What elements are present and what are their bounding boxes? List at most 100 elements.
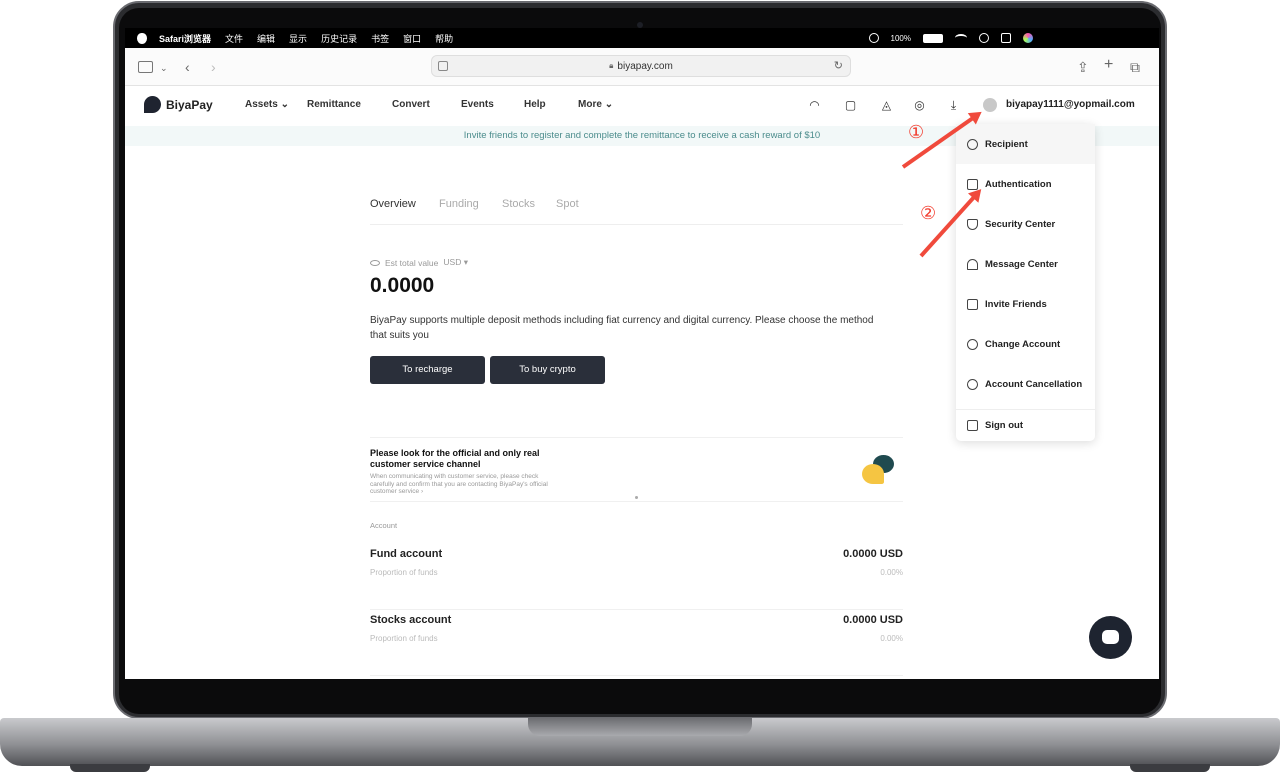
menu-item-account-cancellation[interactable]: Account Cancellation xyxy=(956,364,1095,404)
user-email[interactable]: biyapay1111@yopmail.com xyxy=(1006,99,1135,110)
tab-stocks[interactable]: Stocks xyxy=(502,198,535,210)
battery-percent: 100% xyxy=(890,33,911,43)
forward-icon[interactable]: › xyxy=(211,58,216,76)
reload-icon[interactable]: ↻ xyxy=(834,59,843,72)
nav-assets-label: Assets xyxy=(245,99,278,110)
currency-select[interactable]: USD ▾ xyxy=(443,257,468,268)
nav-help[interactable]: Help xyxy=(524,99,546,110)
switch-account-icon xyxy=(967,338,978,350)
account-percent: 0.00% xyxy=(880,634,903,643)
nav-more-label: More xyxy=(578,99,602,110)
tab-funding[interactable]: Funding xyxy=(439,198,479,210)
gift-icon xyxy=(967,298,978,310)
close-circle-icon xyxy=(967,378,978,390)
menu-item-label: Sign out xyxy=(985,420,1023,431)
menu-item-label: Invite Friends xyxy=(985,298,1047,310)
eye-icon[interactable] xyxy=(370,259,380,266)
cs-title: Please look for the official and only re… xyxy=(370,448,540,469)
bag-icon[interactable]: ▢ xyxy=(844,99,857,112)
siri-icon[interactable] xyxy=(1023,33,1033,43)
share-icon[interactable]: ⇪ xyxy=(1077,58,1089,76)
sidebar-chevron-icon[interactable]: ⌄ xyxy=(160,59,168,77)
menu-file[interactable]: 文件 xyxy=(225,32,243,45)
laptop-notch xyxy=(528,718,752,736)
sidebar-toggle-icon[interactable] xyxy=(138,61,153,73)
menu-help[interactable]: 帮助 xyxy=(435,32,453,45)
download-icon[interactable]: ⤓ xyxy=(947,99,960,112)
bell-icon[interactable]: ◬ xyxy=(880,99,893,112)
address-bar[interactable]: 🔒︎ biyapay.com ↻ xyxy=(431,55,851,77)
chevron-down-icon: ⌄ xyxy=(280,99,289,110)
account-name: Stocks account xyxy=(370,614,452,626)
safari-toolbar: ⌄ ‹ › 🔒︎ biyapay.com ↻ ⇪ + ⧉ xyxy=(125,48,1159,86)
menu-item-message-center[interactable]: Message Center xyxy=(956,244,1095,284)
annotation-1: ① xyxy=(908,122,925,142)
stocks-account-row[interactable]: Stocks account 0.0000 USD Proportion of … xyxy=(370,614,903,676)
carousel-dot[interactable] xyxy=(635,496,638,499)
screenshot-stage: Safari浏览器 文件 编辑 显示 历史记录 书签 窗口 帮助 100% ⌄ … xyxy=(0,0,1280,772)
tab-overview-icon[interactable]: ⧉ xyxy=(1130,58,1140,76)
recharge-button[interactable]: To recharge xyxy=(370,356,485,384)
menu-item-label: Change Account xyxy=(985,338,1061,350)
est-total-label: Est total value USD ▾ xyxy=(370,257,468,268)
annotation-2: ② xyxy=(920,203,937,223)
brand-name: BiyaPay xyxy=(166,97,213,112)
nav-more[interactable]: More ⌄ xyxy=(578,99,613,110)
laptop-foot-right xyxy=(1130,764,1210,772)
nav-assets[interactable]: Assets ⌄ xyxy=(245,99,289,110)
menu-item-invite-friends[interactable]: Invite Friends xyxy=(956,284,1095,324)
menu-item-label: Authentication xyxy=(985,178,1052,190)
menu-window[interactable]: 窗口 xyxy=(403,32,421,45)
tab-overview[interactable]: Overview xyxy=(370,198,416,210)
chat-fab-button[interactable] xyxy=(1089,616,1132,659)
account-name: Fund account xyxy=(370,548,443,560)
menu-item-label: Recipient xyxy=(985,138,1028,150)
nav-convert[interactable]: Convert xyxy=(392,99,430,110)
shield-icon xyxy=(967,218,978,230)
logout-icon xyxy=(967,420,978,431)
menubar-status: 100% xyxy=(868,28,1033,48)
headset-icon[interactable]: ◠ xyxy=(808,99,821,112)
customer-service-card[interactable]: Please look for the official and only re… xyxy=(370,437,903,502)
fund-account-row[interactable]: Fund account 0.0000 USD Proportion of fu… xyxy=(370,548,903,610)
wifi-icon[interactable] xyxy=(955,34,967,42)
url-text: biyapay.com xyxy=(617,60,673,72)
menu-item-change-account[interactable]: Change Account xyxy=(956,324,1095,364)
chat-bubble-front xyxy=(862,464,884,484)
globe-icon[interactable]: ◎ xyxy=(913,99,926,112)
deposit-description: BiyaPay supports multiple deposit method… xyxy=(370,315,874,341)
menu-app-name[interactable]: Safari浏览器 xyxy=(159,32,211,45)
menu-item-security-center[interactable]: Security Center xyxy=(956,204,1095,244)
menu-item-label: Message Center xyxy=(985,258,1058,270)
brand-logo[interactable]: BiyaPay xyxy=(144,96,213,113)
page-settings-icon[interactable] xyxy=(438,61,448,71)
menu-item-label: Account Cancellation xyxy=(985,378,1083,390)
search-icon[interactable] xyxy=(979,33,989,43)
user-status-icon[interactable] xyxy=(868,33,879,43)
control-center-icon[interactable] xyxy=(1001,33,1011,43)
nav-remittance[interactable]: Remittance xyxy=(307,99,361,110)
battery-icon[interactable] xyxy=(923,33,943,43)
account-sub: Proportion of funds xyxy=(370,634,438,643)
apple-icon[interactable] xyxy=(137,32,147,44)
menu-edit[interactable]: 编辑 xyxy=(257,32,275,45)
nav-events[interactable]: Events xyxy=(461,99,494,110)
back-icon[interactable]: ‹ xyxy=(185,58,190,76)
chat-icon xyxy=(1102,630,1119,644)
menu-item-recipient[interactable]: Recipient xyxy=(956,124,1095,164)
logo-icon xyxy=(144,96,161,113)
menu-view[interactable]: 显示 xyxy=(289,32,307,45)
menu-history[interactable]: 历史记录 xyxy=(321,32,357,45)
menu-item-sign-out[interactable]: Sign out xyxy=(956,410,1095,441)
chat-bubbles-icon xyxy=(862,455,896,489)
currency-label: USD xyxy=(443,257,462,267)
menu-bookmarks[interactable]: 书签 xyxy=(371,32,389,45)
tab-spot[interactable]: Spot xyxy=(556,198,579,210)
account-value: 0.0000 USD xyxy=(843,614,903,626)
cs-subtitle: When communicating with customer service… xyxy=(370,473,550,496)
site-navbar: BiyaPay Assets ⌄ Remittance Convert Even… xyxy=(125,86,1159,126)
user-circle-icon xyxy=(967,138,978,150)
avatar[interactable] xyxy=(983,98,997,112)
buy-crypto-button[interactable]: To buy crypto xyxy=(490,356,605,384)
new-tab-icon[interactable]: + xyxy=(1104,56,1113,74)
